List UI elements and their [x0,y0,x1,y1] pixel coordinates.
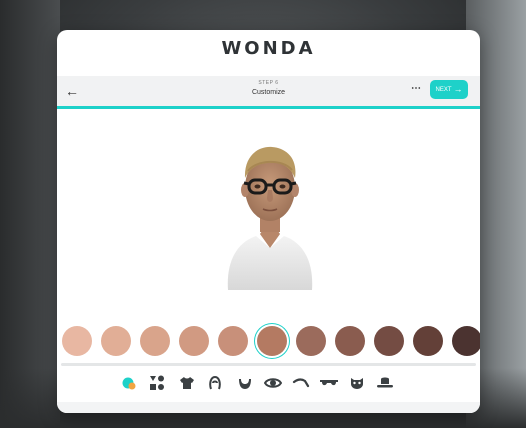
skin-tone-swatch[interactable] [257,326,287,356]
swatch-scrollbar[interactable] [61,363,476,366]
next-button-label: NEXT [435,86,452,93]
shapes-icon[interactable] [147,372,167,394]
shirt-icon[interactable] [177,372,197,394]
wonda-logo: WONDA [221,38,316,59]
skin-tone-swatch[interactable] [218,326,248,356]
skin-tone-icon[interactable] [119,372,139,394]
skin-tone-swatch[interactable] [335,326,365,356]
skin-tone-swatch[interactable] [374,326,404,356]
skin-tone-swatch[interactable] [101,326,131,356]
customize-panel: WONDA ← STEP 6 Customize ⋯ NEXT → [57,30,480,413]
skin-tone-swatch[interactable] [452,326,480,356]
category-toolbar [57,372,480,398]
eye-icon[interactable] [263,372,283,394]
step-header: ← STEP 6 Customize ⋯ NEXT → [57,76,480,109]
arrow-right-icon: → [453,84,463,94]
beard-icon[interactable] [235,372,255,394]
next-button[interactable]: NEXT → [430,80,468,99]
more-options-icon[interactable]: ⋯ [409,83,423,97]
skin-tone-swatch[interactable] [296,326,326,356]
skin-tone-swatches [57,326,480,362]
avatar-preview [227,146,313,290]
background-blur-left [0,0,60,428]
glasses-icon[interactable] [319,372,339,394]
mask-icon[interactable] [347,372,367,394]
skin-tone-swatch[interactable] [413,326,443,356]
skin-tone-swatch[interactable] [62,326,92,356]
hat-icon[interactable] [375,372,395,394]
skin-tone-swatch[interactable] [179,326,209,356]
hair-icon[interactable] [205,372,225,394]
panel-footer [57,402,480,413]
skin-tone-swatch[interactable] [140,326,170,356]
eyebrow-icon[interactable] [291,372,311,394]
